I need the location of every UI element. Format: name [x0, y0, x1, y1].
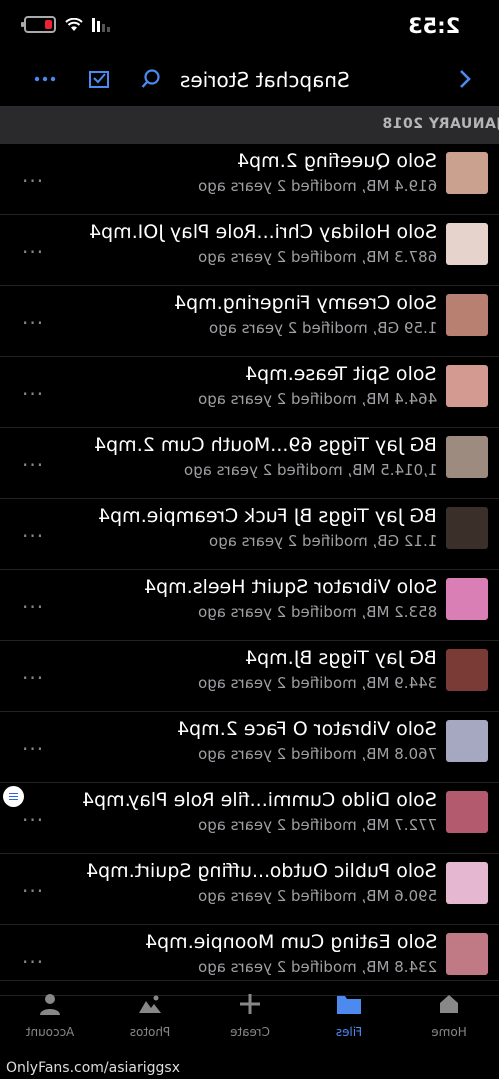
file-row[interactable]: Solo Holiday Chri...Role Play JOI.mp4 687… — [0, 215, 499, 286]
wifi-icon — [65, 17, 83, 31]
section-header: JANUARY 2018 — [0, 106, 499, 144]
file-meta: 1.59 GB, modified 2 years ago — [208, 319, 437, 337]
file-meta: 344.9 MB, modified 2 years ago — [197, 674, 437, 692]
tab-photos[interactable]: Photos — [115, 989, 185, 1039]
more-options-icon[interactable]: ... — [22, 447, 44, 471]
more-options-icon[interactable]: ... — [22, 163, 44, 187]
tab-label: Create — [230, 1025, 270, 1039]
tab-label: Files — [335, 1025, 363, 1039]
page-title: Snapchat Stories — [180, 68, 350, 92]
file-thumbnail — [446, 507, 488, 549]
more-options-icon[interactable]: ... — [22, 873, 44, 897]
more-options-icon[interactable]: ... — [22, 731, 44, 755]
section-label: JANUARY 2018 — [382, 116, 499, 132]
list-icon — [9, 791, 18, 802]
tab-account[interactable]: Account — [15, 989, 85, 1039]
tab-label: Account — [25, 1025, 75, 1039]
battery-icon — [21, 16, 56, 33]
file-name: BG Jay Tiggs BJ Fuck Creampie.mp4 — [98, 505, 437, 527]
file-row[interactable]: Solo Spit Tease.mp4 464.4 MB, modified 2 … — [0, 357, 499, 428]
file-thumbnail — [446, 720, 488, 762]
file-thumbnail — [446, 578, 488, 620]
status-time: 2:53 — [408, 14, 461, 38]
file-meta: 464.4 MB, modified 2 years ago — [197, 390, 437, 408]
more-options-icon[interactable]: ... — [22, 305, 44, 329]
file-thumbnail — [446, 365, 488, 407]
file-thumbnail — [446, 294, 488, 336]
file-meta: 590.6 MB, modified 2 years ago — [197, 887, 437, 905]
person-icon — [15, 989, 85, 1019]
watermark: OnlyFans.com/asiariggsx — [6, 1060, 180, 1076]
file-row[interactable]: Solo Dildo Cummi...file Role Play.mp4 772… — [0, 783, 499, 854]
more-options-icon[interactable]: ... — [22, 518, 44, 542]
file-thumbnail — [446, 649, 488, 691]
file-thumbnail — [446, 152, 488, 194]
file-meta: 760.8 MB, modified 2 years ago — [197, 745, 437, 763]
file-row[interactable]: Solo Public Outdo...uffing Squirt.mp4 590… — [0, 854, 499, 925]
tab-label: Photos — [129, 1025, 171, 1039]
file-meta: 1,014.5 MB, modified 2 years ago — [183, 461, 437, 479]
file-meta: 687.3 MB, modified 2 years ago — [197, 248, 437, 266]
more-options-icon[interactable]: ... — [22, 944, 44, 968]
more-options-icon[interactable]: ... — [22, 660, 44, 684]
file-meta: 772.7 MB, modified 2 years ago — [197, 816, 437, 834]
file-name: Solo Vibrator Squirt Heels.mp4 — [143, 576, 437, 598]
file-name: BG Jay Tiggs BJ.mp4 — [245, 647, 437, 669]
status-icons — [21, 16, 110, 33]
file-name: Solo Queefing 2.mp4 — [237, 150, 437, 172]
file-row[interactable]: Solo Creamy Fingering.mp4 1.59 GB, modifi… — [0, 286, 499, 357]
file-row[interactable]: Solo Vibrator O Face 2.mp4 760.8 MB, modi… — [0, 712, 499, 783]
file-row[interactable]: Solo Queefing 2.mp4 619.4 MB, modified 2 … — [0, 144, 499, 215]
file-meta: 853.2 MB, modified 2 years ago — [197, 603, 437, 621]
file-thumbnail — [446, 862, 488, 904]
cellular-signal-icon — [92, 17, 110, 32]
floating-menu-button[interactable] — [3, 786, 24, 807]
plus-icon — [215, 989, 285, 1019]
home-icon — [414, 989, 484, 1019]
file-name: Solo Public Outdo...uffing Squirt.mp4 — [86, 860, 437, 882]
tab-home[interactable]: Home — [414, 989, 484, 1039]
more-options-icon[interactable]: ... — [22, 802, 44, 826]
file-row[interactable]: BG Jay Tiggs 69...Mouth Cum 2.mp4 1,014.5… — [0, 428, 499, 499]
folder-icon — [314, 989, 384, 1019]
tab-create[interactable]: Create — [215, 989, 285, 1039]
file-name: Solo Creamy Fingering.mp4 — [174, 292, 437, 314]
file-row[interactable]: BG Jay Tiggs BJ.mp4 344.9 MB, modified 2 … — [0, 641, 499, 712]
file-thumbnail — [446, 436, 488, 478]
file-thumbnail — [446, 933, 488, 975]
file-name: Solo Spit Tease.mp4 — [245, 363, 437, 385]
tab-label: Home — [431, 1025, 467, 1039]
search-icon[interactable] — [138, 66, 164, 92]
file-thumbnail — [446, 223, 488, 265]
file-row[interactable]: Solo Vibrator Squirt Heels.mp4 853.2 MB, … — [0, 570, 499, 641]
photos-icon — [115, 989, 185, 1019]
file-thumbnail — [446, 791, 488, 833]
more-options-icon[interactable]: ... — [22, 234, 44, 258]
status-bar: 2:53 — [0, 0, 499, 56]
file-name: BG Jay Tiggs 69...Mouth Cum 2.mp4 — [94, 434, 437, 456]
file-meta: 619.4 MB, modified 2 years ago — [197, 177, 437, 195]
more-options-icon[interactable]: ... — [22, 589, 44, 613]
file-meta: 1.12 GB, modified 2 years ago — [208, 532, 437, 550]
select-icon[interactable] — [86, 66, 112, 92]
file-name: Solo Holiday Chri...Role Play JOI.mp4 — [88, 221, 437, 243]
file-name: Solo Vibrator O Face 2.mp4 — [177, 718, 437, 740]
file-name: Solo Eating Cum Moonpie.mp4 — [144, 931, 437, 953]
file-meta: 234.8 MB, modified 2 years ago — [197, 958, 437, 976]
more-options-icon[interactable] — [32, 66, 58, 92]
file-row[interactable]: BG Jay Tiggs BJ Fuck Creampie.mp4 1.12 GB… — [0, 499, 499, 570]
more-options-icon[interactable]: ... — [22, 376, 44, 400]
bottom-tab-bar: Home Files Create Photos Account — [0, 980, 499, 1049]
back-chevron-icon[interactable] — [458, 68, 472, 96]
file-name: Solo Dildo Cummi...file Role Play.mp4 — [82, 789, 437, 811]
top-navigation-bar: Snapchat Stories — [0, 56, 499, 104]
tab-files[interactable]: Files — [314, 989, 384, 1039]
file-list: Solo Queefing 2.mp4 619.4 MB, modified 2 … — [0, 144, 499, 996]
